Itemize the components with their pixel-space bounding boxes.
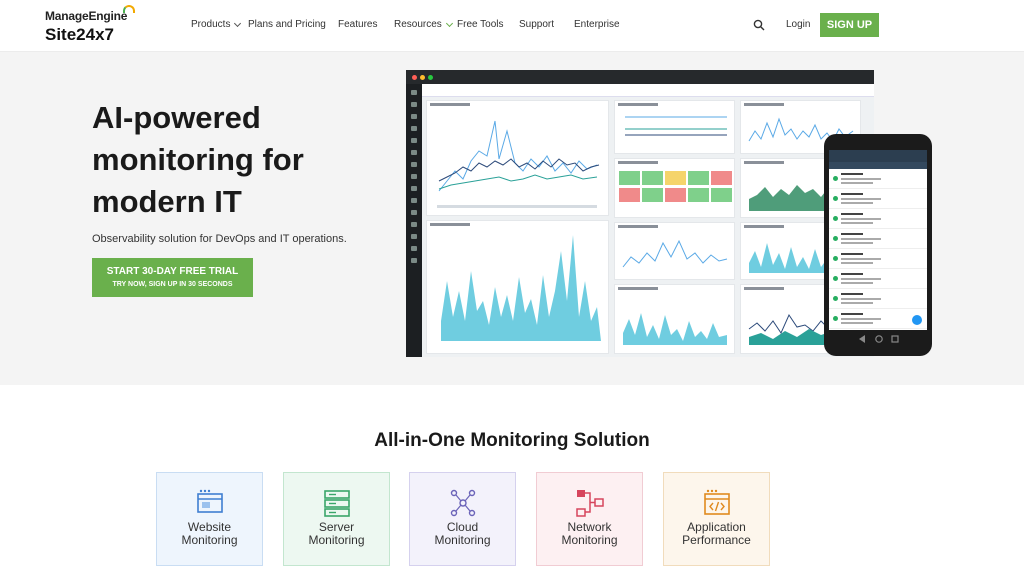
card-server-monitoring[interactable]: Server Monitoring: [283, 472, 390, 566]
website-icon: [197, 489, 223, 513]
signup-button[interactable]: SIGN UP: [820, 13, 879, 37]
nav-features[interactable]: Features: [338, 19, 394, 30]
product-name: Site24x7: [45, 25, 114, 44]
brand-name: ManageEngine: [45, 5, 136, 23]
dashboard-screenshot: [406, 70, 874, 357]
hero-section: AI-powered monitoring for modern IT Obse…: [0, 52, 1024, 385]
nav-enterprise[interactable]: Enterprise: [574, 19, 634, 30]
hero-title: AI-powered monitoring for modern IT: [92, 100, 304, 219]
nav-resources[interactable]: Resources: [394, 19, 457, 30]
login-link[interactable]: Login: [786, 19, 810, 30]
cloud-icon: [450, 489, 476, 517]
site-header: ManageEngine Site24x7 Products Plans and…: [0, 0, 1024, 52]
nav-support[interactable]: Support: [519, 19, 574, 30]
nav-free-tools[interactable]: Free Tools: [457, 19, 519, 30]
card-website-monitoring[interactable]: Website Monitoring: [156, 472, 263, 566]
application-icon: [704, 489, 730, 515]
chevron-down-icon: [234, 19, 242, 27]
main-nav: Products Plans and Pricing Features Reso…: [191, 19, 634, 30]
chevron-down-icon: [445, 19, 453, 27]
nav-products[interactable]: Products: [191, 19, 248, 30]
card-application-performance[interactable]: Application Performance: [663, 472, 770, 566]
section-title: All-in-One Monitoring Solution: [374, 430, 650, 451]
hero-subtitle: Observability solution for DevOps and IT…: [92, 233, 347, 245]
card-network-monitoring[interactable]: Network Monitoring: [536, 472, 643, 566]
site-logo[interactable]: ManageEngine Site24x7: [45, 5, 136, 45]
server-icon: [324, 490, 350, 517]
card-cloud-monitoring[interactable]: Cloud Monitoring: [409, 472, 516, 566]
network-icon: [576, 490, 604, 517]
mobile-app-screenshot: [824, 134, 932, 356]
nav-plans-pricing[interactable]: Plans and Pricing: [248, 19, 338, 30]
search-icon[interactable]: [753, 19, 765, 31]
free-trial-button[interactable]: START 30-DAY FREE TRIAL TRY NOW, SIGN UP…: [92, 258, 253, 297]
